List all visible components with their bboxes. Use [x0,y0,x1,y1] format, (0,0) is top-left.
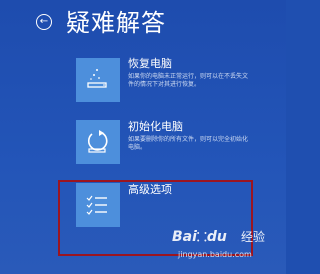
reset-tile-icon[interactable] [76,120,120,164]
back-button[interactable]: ← [36,14,52,30]
restore-tile-icon[interactable] [76,58,120,102]
option-reset-description: 如果要删除你的所有文件，则可以完全初始化电脑。 [128,136,249,151]
troubleshoot-screen: ← 疑难解答 恢复电脑 如果你的电脑未正常运行，则可以在不丢失文件的情况下对其进… [0,0,286,274]
watermark-url: jingyan.baidu.com [178,250,252,259]
reset-icon [87,130,108,153]
page-title: 疑难解答 [66,9,166,37]
back-arrow-icon: ← [39,16,49,27]
paw-icon: ⸬ [196,230,207,244]
option-reset-title[interactable]: 初始化电脑 [128,120,183,133]
option-refresh-title[interactable]: 恢复电脑 [128,57,172,70]
option-refresh-description: 如果你的电脑未正常运行，则可以在不丢失文件的情况下对其进行恢复。 [128,73,249,88]
baidu-logo: Bai⸬du [172,229,227,245]
restore-icon [87,69,107,88]
watermark-tagline: 经验 [241,230,266,244]
